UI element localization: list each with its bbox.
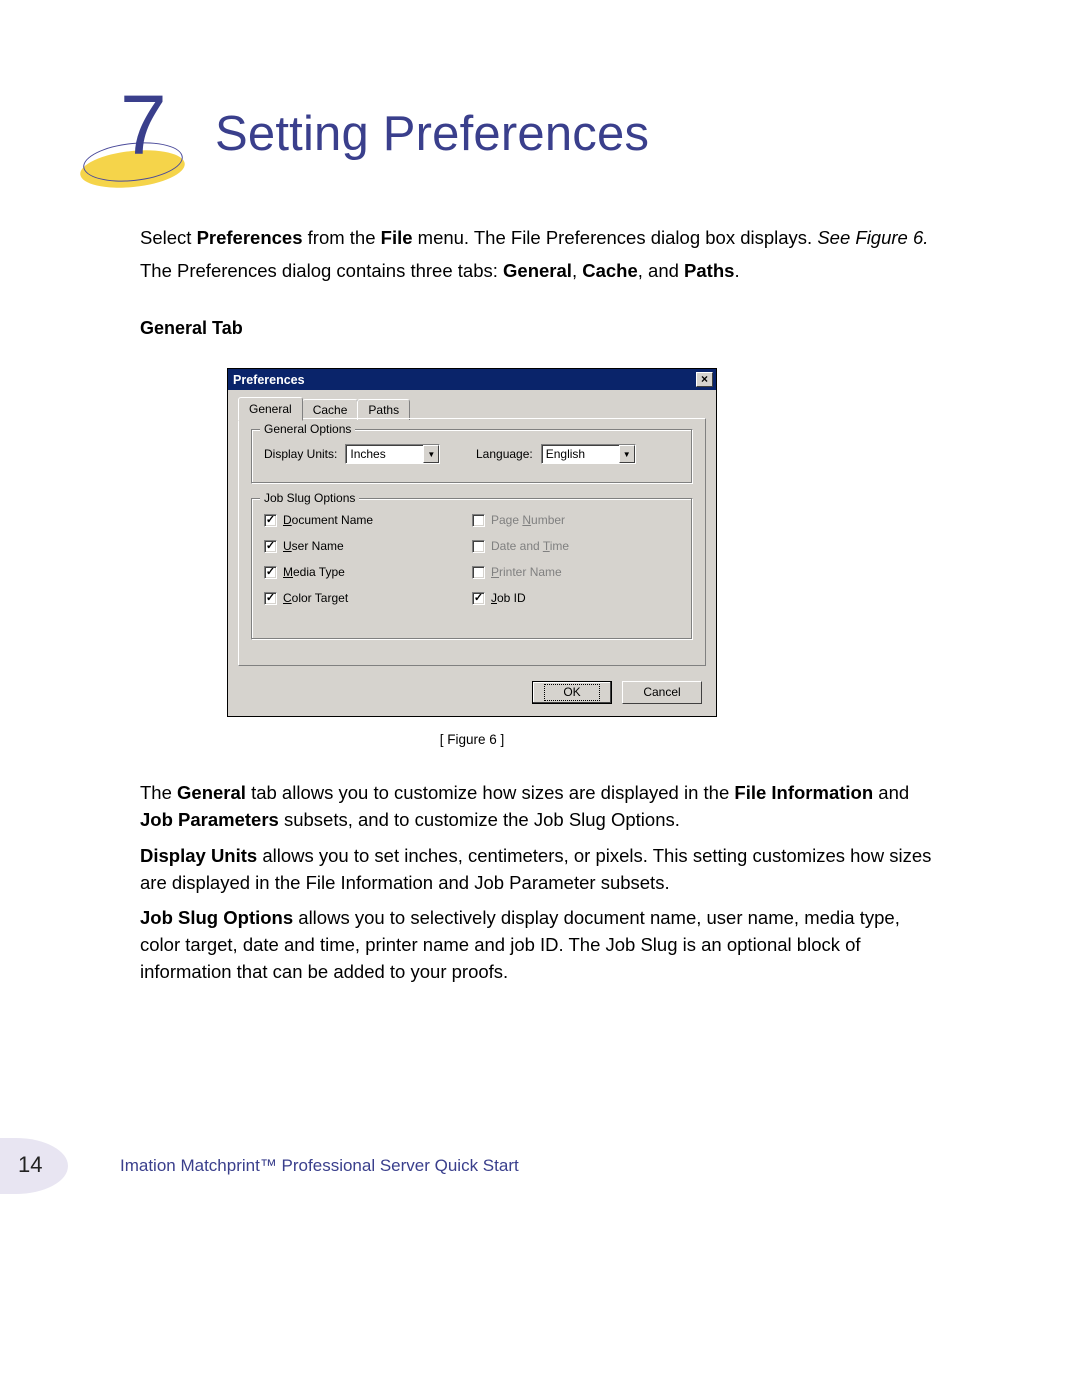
check-col-left: ✓ Document Name ✓ User Name ✓ Media Type ✓ Colo… bbox=[264, 513, 472, 605]
section-heading: General Tab bbox=[140, 318, 243, 339]
intro-line-2: The Preferences dialog contains three ta… bbox=[140, 258, 940, 285]
chapter-title: Setting Preferences bbox=[215, 106, 649, 162]
tab-label: General bbox=[249, 402, 292, 416]
titlebar[interactable]: Preferences × bbox=[228, 369, 716, 390]
group-general-options: General Options Display Units: Inches ▼ … bbox=[251, 429, 693, 484]
checkbox-icon bbox=[472, 566, 485, 579]
language-combo[interactable]: English ▼ bbox=[541, 444, 636, 464]
tab-cache[interactable]: Cache bbox=[302, 399, 359, 420]
paragraph-display-units: Display Units allows you to set inches, … bbox=[140, 843, 940, 897]
page: 7 Setting Preferences Select Preferences… bbox=[0, 0, 1080, 1397]
checkbox-label: Date and Time bbox=[491, 539, 569, 553]
checkbox-date-and-time: Date and Time bbox=[472, 539, 680, 553]
checkbox-icon: ✓ bbox=[264, 566, 277, 579]
display-units-label: Display Units: bbox=[264, 447, 337, 461]
checkbox-user-name[interactable]: ✓ User Name bbox=[264, 539, 472, 553]
checkbox-label: Media Type bbox=[283, 565, 345, 579]
chevron-down-icon[interactable]: ▼ bbox=[619, 445, 635, 463]
combo-value: English bbox=[546, 447, 585, 461]
combo-value: Inches bbox=[350, 447, 385, 461]
checkbox-label: Printer Name bbox=[491, 565, 562, 579]
button-label: OK bbox=[544, 684, 599, 701]
close-icon: × bbox=[701, 372, 708, 386]
figure-caption: [ Figure 6 ] bbox=[227, 732, 717, 747]
checkbox-label: User Name bbox=[283, 539, 344, 553]
checkbox-job-id[interactable]: ✓ Job ID bbox=[472, 591, 680, 605]
chapter-number: 7 bbox=[120, 83, 167, 167]
tab-label: Paths bbox=[368, 403, 399, 417]
paragraph-general-tab: The General tab allows you to customize … bbox=[140, 780, 940, 834]
chapter-ornament: 7 bbox=[85, 95, 205, 195]
group-legend: Job Slug Options bbox=[260, 491, 359, 505]
checkbox-color-target[interactable]: ✓ Color Target bbox=[264, 591, 472, 605]
dialog-title: Preferences bbox=[233, 373, 305, 387]
cancel-button[interactable]: Cancel bbox=[622, 681, 702, 704]
dialog-body: General Cache Paths General Options Disp… bbox=[228, 390, 716, 716]
tabstrip: General Cache Paths bbox=[238, 397, 409, 420]
checkbox-page-number: Page Number bbox=[472, 513, 680, 527]
dialog-button-row: OK Cancel bbox=[532, 681, 702, 704]
checkbox-label: Page Number bbox=[491, 513, 565, 527]
checkbox-printer-name: Printer Name bbox=[472, 565, 680, 579]
footer-text: Imation Matchprint™ Professional Server … bbox=[120, 1156, 519, 1176]
checkbox-label: Job ID bbox=[491, 591, 526, 605]
group-job-slug: Job Slug Options ✓Document Name✓User Nam… bbox=[251, 498, 693, 640]
checkbox-media-type[interactable]: ✓ Media Type bbox=[264, 565, 472, 579]
close-button[interactable]: × bbox=[696, 372, 713, 387]
group-legend: General Options bbox=[260, 422, 355, 436]
checkbox-document-name[interactable]: ✓ Document Name bbox=[264, 513, 472, 527]
checkbox-icon bbox=[472, 540, 485, 553]
tab-panel-general: General Options Display Units: Inches ▼ … bbox=[238, 418, 706, 666]
checkbox-icon bbox=[472, 514, 485, 527]
display-units-combo[interactable]: Inches ▼ bbox=[345, 444, 440, 464]
checkbox-label: Color Target bbox=[283, 591, 348, 605]
chevron-down-icon[interactable]: ▼ bbox=[423, 445, 439, 463]
paragraph-job-slug: Job Slug Options allows you to selective… bbox=[140, 905, 940, 985]
checkbox-icon: ✓ bbox=[264, 592, 277, 605]
tab-paths[interactable]: Paths bbox=[357, 399, 410, 420]
check-col-right: Page Number Date and Time Printer Name ✓ Job… bbox=[472, 513, 680, 605]
checkbox-label: Document Name bbox=[283, 513, 373, 527]
tab-label: Cache bbox=[313, 403, 348, 417]
checkbox-icon: ✓ bbox=[472, 592, 485, 605]
tab-general[interactable]: General bbox=[238, 397, 303, 421]
checkbox-icon: ✓ bbox=[264, 514, 277, 527]
checkbox-icon: ✓ bbox=[264, 540, 277, 553]
ok-button[interactable]: OK bbox=[532, 681, 612, 704]
intro-line-1: Select Preferences from the File menu. T… bbox=[140, 225, 940, 252]
language-label: Language: bbox=[476, 447, 533, 461]
page-number: 14 bbox=[18, 1152, 42, 1178]
preferences-dialog: Preferences × General Cache Paths Genera… bbox=[227, 368, 717, 717]
